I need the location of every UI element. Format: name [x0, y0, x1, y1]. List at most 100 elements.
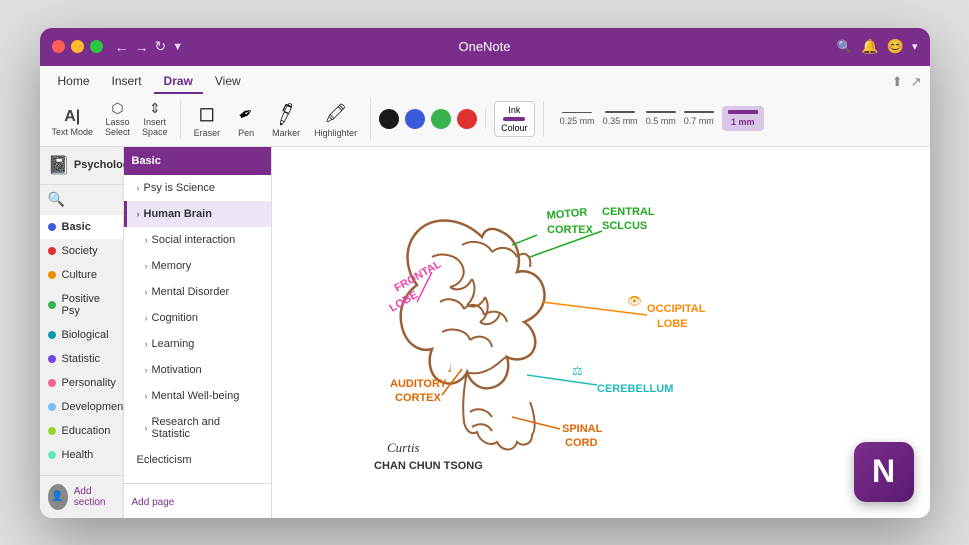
add-page-button[interactable]: Add page	[132, 497, 175, 508]
marker-tool[interactable]: 🖊 Marker	[267, 98, 305, 140]
draw-tool-group: ◻ Eraser ✒ Pen 🖊 Marker 🖍 Highlighter	[189, 98, 372, 140]
section-label-health: Health	[62, 449, 94, 461]
titlebar-nav: ← → ↻ ▼	[115, 38, 184, 55]
eraser-label: Eraser	[194, 128, 221, 138]
sidebar-search[interactable]: 🔍	[40, 185, 123, 215]
page-mental-wellbeing[interactable]: › Mental Well-being	[124, 383, 271, 409]
tab-home[interactable]: Home	[48, 70, 100, 94]
section-health[interactable]: Health	[40, 443, 123, 467]
insert-space-tool[interactable]: ⇕ InsertSpace	[138, 99, 172, 139]
pages-footer: Add page	[124, 483, 271, 518]
text-mode-icon: A|	[64, 109, 80, 125]
spinal-cord-label: SPINAL	[562, 423, 603, 435]
page-research[interactable]: › Research and Statistic	[124, 409, 271, 447]
section-education[interactable]: Education	[40, 419, 123, 443]
section-dot-positive	[48, 301, 56, 309]
search-icon[interactable]: 🔍	[837, 39, 853, 55]
thickness-05[interactable]: 0.5 mm	[646, 111, 676, 126]
page-mental-disorder[interactable]: › Mental Disorder	[124, 279, 271, 305]
section-biological[interactable]: Biological	[40, 323, 123, 347]
tab-draw[interactable]: Draw	[154, 70, 203, 94]
onenote-window: ← → ↻ ▼ OneNote 🔍 🔔 😊 ▾ Home Insert Draw…	[40, 28, 930, 518]
section-society[interactable]: Society	[40, 239, 123, 263]
eraser-tool[interactable]: ◻ Eraser	[189, 98, 226, 140]
canvas-area[interactable]: MOTOR CORTEX CENTRAL SCLCUS FRONTAL LOBE…	[272, 147, 930, 518]
signature-name: Curtis	[387, 440, 420, 455]
color-green[interactable]	[431, 109, 451, 129]
page-label-memory: Memory	[152, 260, 192, 272]
color-black[interactable]	[379, 109, 399, 129]
page-cognition[interactable]: › Cognition	[124, 305, 271, 331]
thickness-07[interactable]: 0.7 mm	[684, 111, 714, 127]
brain-svg: MOTOR CORTEX CENTRAL SCLCUS FRONTAL LOBE…	[302, 157, 802, 477]
section-dot-statistic	[48, 355, 56, 363]
minimize-button[interactable]	[71, 40, 84, 53]
central-sulcus-label: CENTRAL	[602, 206, 655, 218]
page-label-research: Research and Statistic	[152, 416, 261, 440]
page-chevron-learning: ›	[145, 339, 148, 349]
notebook-header[interactable]: 📓 Psychology ▾	[40, 147, 123, 185]
section-developmental[interactable]: Developmental	[40, 395, 123, 419]
eye-symbol: 👁	[627, 294, 642, 308]
page-motivation[interactable]: › Motivation	[124, 357, 271, 383]
page-chevron-research: ›	[145, 423, 148, 433]
section-label-basic: Basic	[62, 221, 91, 233]
user-avatar[interactable]: 👤	[48, 484, 68, 510]
forward-icon[interactable]: →	[135, 39, 149, 55]
page-memory[interactable]: › Memory	[124, 253, 271, 279]
ribbon-tab-bar: Home Insert Draw View ⬆ ↗	[40, 66, 930, 94]
section-positive[interactable]: Positive Psy	[40, 287, 123, 323]
color-red[interactable]	[457, 109, 477, 129]
sidebar-search-icon[interactable]: 🔍	[48, 191, 65, 207]
text-mode-tool[interactable]: A| Text Mode	[48, 107, 98, 139]
section-label-society: Society	[62, 245, 98, 257]
pages-list: › Psy is Science › Human Brain › Social …	[124, 175, 271, 473]
share2-icon[interactable]: ↗	[911, 74, 922, 90]
pen-tool[interactable]: ✒ Pen	[229, 98, 263, 140]
auditory-cortex-label: AUDITORY	[390, 378, 448, 390]
ink-colour-button[interactable]: Ink Colour	[494, 101, 535, 137]
thickness-1mm[interactable]: 1 mm	[722, 106, 764, 131]
occipital-lobe-label2: LOBE	[657, 318, 688, 330]
chevron-down-icon[interactable]: ▾	[912, 40, 918, 53]
tab-view[interactable]: View	[205, 70, 251, 94]
thickness-025[interactable]: 0.25 mm	[560, 112, 595, 126]
close-button[interactable]	[52, 40, 65, 53]
lasso-select-tool[interactable]: ⬡ LassoSelect	[101, 99, 134, 139]
spinal-cord-label2: CORD	[565, 437, 597, 449]
page-label-eclecticism: Eclecticism	[137, 454, 192, 466]
page-psy-science[interactable]: › Psy is Science	[124, 175, 271, 201]
thickness-035[interactable]: 0.35 mm	[603, 111, 638, 126]
back-icon[interactable]: ←	[115, 39, 129, 55]
share-icon[interactable]: ⬆	[892, 74, 903, 90]
color-blue[interactable]	[405, 109, 425, 129]
page-social[interactable]: › Social interaction	[124, 227, 271, 253]
section-basic[interactable]: Basic	[40, 215, 123, 239]
page-chevron-social: ›	[145, 235, 148, 245]
page-learning[interactable]: › Learning	[124, 331, 271, 357]
section-dot-culture	[48, 271, 56, 279]
page-chevron-cognition: ›	[145, 313, 148, 323]
section-statistic[interactable]: Statistic	[40, 347, 123, 371]
insert-space-label: InsertSpace	[142, 117, 168, 137]
add-section-button[interactable]: Add section	[74, 486, 115, 508]
ink-colour-label: Ink	[508, 105, 520, 115]
section-dot-basic	[48, 223, 56, 231]
section-label-positive: Positive Psy	[62, 293, 115, 317]
page-chevron-mental: ›	[145, 287, 148, 297]
dropdown-icon[interactable]: ▼	[172, 41, 183, 53]
section-dot-health	[48, 451, 56, 459]
refresh-icon[interactable]: ↻	[155, 38, 167, 55]
page-chevron-psy: ›	[137, 183, 140, 193]
smiley-icon[interactable]: 😊	[887, 38, 904, 55]
section-culture[interactable]: Culture	[40, 263, 123, 287]
maximize-button[interactable]	[90, 40, 103, 53]
page-eclecticism[interactable]: Eclecticism	[124, 447, 271, 473]
highlighter-tool[interactable]: 🖍 Highlighter	[309, 98, 362, 140]
section-personality[interactable]: Personality	[40, 371, 123, 395]
page-human-brain[interactable]: › Human Brain	[124, 201, 271, 227]
eraser-icon: ◻	[195, 100, 219, 128]
tab-insert[interactable]: Insert	[102, 70, 152, 94]
lasso-select-label: LassoSelect	[105, 117, 130, 137]
bell-icon[interactable]: 🔔	[861, 38, 878, 55]
